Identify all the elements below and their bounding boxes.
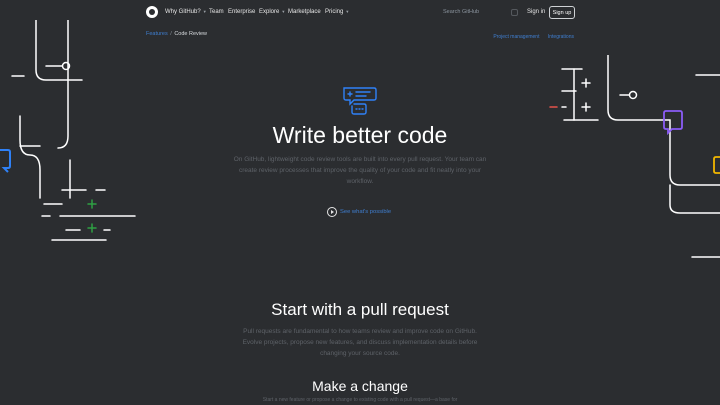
integrations-link[interactable]: Integrations [548, 34, 574, 40]
nav-enterprise-label: Enterprise [228, 9, 256, 15]
chevron-down-icon: ▼ [345, 9, 350, 14]
slash-shortcut-icon [511, 9, 518, 16]
nav-pricing[interactable]: Pricing ▼ [325, 9, 349, 15]
plus-icon [581, 78, 591, 112]
signup-button[interactable]: Sign up [549, 6, 575, 19]
nav-enterprise[interactable]: Enterprise [228, 9, 255, 15]
play-icon [327, 207, 337, 217]
nav-marketplace-label: Marketplace [288, 9, 321, 15]
nav-pricing-label: Pricing [325, 9, 344, 15]
hero-description: On GitHub, lightweight code review tools… [233, 156, 487, 185]
nav-marketplace[interactable]: Marketplace [288, 9, 321, 15]
subsection-description: Start a new feature or propose a change … [262, 397, 458, 403]
github-logo-icon[interactable] [146, 6, 158, 18]
breadcrumb-features-link[interactable]: Features [146, 31, 168, 37]
hero-title: Write better code [272, 122, 448, 148]
comment-icon [0, 149, 11, 173]
feature-sublinks: Project management Integrations [486, 34, 574, 40]
nav-why-github-label: Why GitHub? [165, 9, 201, 15]
search-placeholder: Search GitHub [443, 9, 480, 15]
breadcrumb-current: Code Review [174, 31, 208, 37]
see-whats-possible-link[interactable]: See what's possible [327, 207, 391, 217]
section-title: Start with a pull request [271, 300, 449, 319]
cta-label: See what's possible [340, 209, 392, 215]
comment-icon [713, 156, 720, 174]
subsection-title: Make a change [312, 378, 408, 394]
chevron-down-icon: ▼ [281, 9, 286, 14]
project-management-link[interactable]: Project management [493, 34, 539, 40]
code-review-icon [343, 87, 377, 115]
nav-why-github[interactable]: Why GitHub? ▼ [165, 9, 207, 15]
section-description: Pull requests are fundamental to how tea… [242, 328, 478, 357]
right-decoration [549, 55, 720, 258]
chevron-down-icon: ▼ [202, 9, 207, 14]
search-input[interactable]: Search GitHub [439, 6, 521, 19]
nav-team[interactable]: Team [209, 9, 224, 15]
nav-explore-label: Explore [259, 9, 280, 15]
nav-team-label: Team [209, 9, 224, 15]
breadcrumb-separator: / [170, 31, 172, 37]
signin-link[interactable]: Sign in [527, 9, 545, 15]
nav-explore[interactable]: Explore ▼ [259, 9, 285, 15]
breadcrumb: Features / Code Review [146, 31, 207, 37]
